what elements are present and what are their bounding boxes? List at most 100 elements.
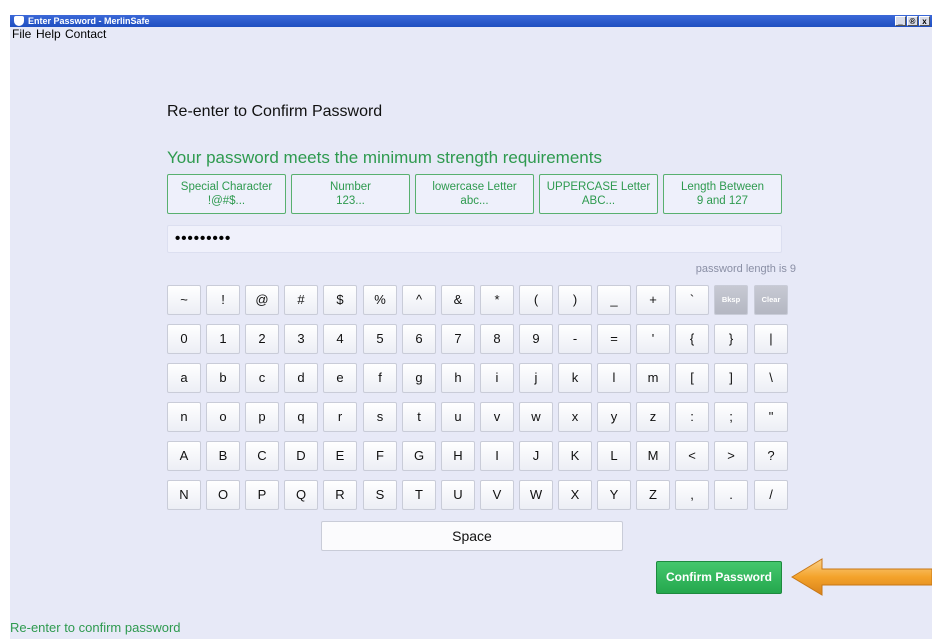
keyboard-key[interactable]: & (441, 285, 475, 315)
keyboard-key[interactable]: E (323, 441, 357, 471)
keyboard-key[interactable]: ? (754, 441, 788, 471)
keyboard-key[interactable]: q (284, 402, 318, 432)
keyboard-key[interactable]: 2 (245, 324, 279, 354)
keyboard-key[interactable]: d (284, 363, 318, 393)
keyboard-key[interactable]: r (323, 402, 357, 432)
minimize-button[interactable]: _ (895, 16, 906, 26)
keyboard-key[interactable]: y (597, 402, 631, 432)
menu-help[interactable]: Help (36, 27, 61, 41)
backspace-key[interactable]: Bksp (714, 285, 748, 315)
keyboard-key[interactable]: Z (636, 480, 670, 510)
keyboard-key[interactable]: 4 (323, 324, 357, 354)
space-key[interactable]: Space (321, 521, 623, 551)
keyboard-key[interactable]: ) (558, 285, 592, 315)
keyboard-key[interactable]: ' (636, 324, 670, 354)
keyboard-key[interactable]: n (167, 402, 201, 432)
keyboard-key[interactable]: 5 (363, 324, 397, 354)
keyboard-key[interactable]: B (206, 441, 240, 471)
keyboard-key[interactable]: K (558, 441, 592, 471)
keyboard-key[interactable]: : (675, 402, 709, 432)
keyboard-key[interactable]: Q (284, 480, 318, 510)
keyboard-key[interactable]: = (597, 324, 631, 354)
keyboard-key[interactable]: ! (206, 285, 240, 315)
password-input[interactable]: ••••••••• (167, 225, 782, 253)
keyboard-key[interactable]: $ (323, 285, 357, 315)
keyboard-key[interactable]: } (714, 324, 748, 354)
keyboard-key[interactable]: X (558, 480, 592, 510)
keyboard-key[interactable]: | (754, 324, 788, 354)
keyboard-key[interactable]: f (363, 363, 397, 393)
keyboard-key[interactable]: 9 (519, 324, 553, 354)
keyboard-key[interactable]: ( (519, 285, 553, 315)
keyboard-key[interactable]: e (323, 363, 357, 393)
keyboard-key[interactable]: p (245, 402, 279, 432)
keyboard-key[interactable]: ` (675, 285, 709, 315)
keyboard-key[interactable]: V (480, 480, 514, 510)
keyboard-key[interactable]: > (714, 441, 748, 471)
keyboard-key[interactable]: - (558, 324, 592, 354)
keyboard-key[interactable]: u (441, 402, 475, 432)
keyboard-key[interactable]: % (363, 285, 397, 315)
keyboard-key[interactable]: m (636, 363, 670, 393)
keyboard-key[interactable]: G (402, 441, 436, 471)
keyboard-key[interactable]: < (675, 441, 709, 471)
keyboard-key[interactable]: S (363, 480, 397, 510)
keyboard-key[interactable]: [ (675, 363, 709, 393)
keyboard-key[interactable]: T (402, 480, 436, 510)
keyboard-key[interactable]: 0 (167, 324, 201, 354)
close-button[interactable]: x (919, 16, 930, 26)
keyboard-key[interactable]: c (245, 363, 279, 393)
keyboard-key[interactable]: @ (245, 285, 279, 315)
keyboard-key[interactable]: h (441, 363, 475, 393)
keyboard-key[interactable]: ] (714, 363, 748, 393)
restore-button[interactable]: ® (907, 16, 918, 26)
keyboard-key[interactable]: t (402, 402, 436, 432)
keyboard-key[interactable]: w (519, 402, 553, 432)
keyboard-key[interactable]: C (245, 441, 279, 471)
menu-contact[interactable]: Contact (65, 27, 106, 41)
keyboard-key[interactable]: H (441, 441, 475, 471)
keyboard-key[interactable]: l (597, 363, 631, 393)
confirm-password-button[interactable]: Confirm Password (656, 561, 782, 594)
keyboard-key[interactable]: ~ (167, 285, 201, 315)
keyboard-key[interactable]: \ (754, 363, 788, 393)
keyboard-key[interactable]: _ (597, 285, 631, 315)
keyboard-key[interactable]: 6 (402, 324, 436, 354)
clear-key[interactable]: Clear (754, 285, 788, 315)
keyboard-key[interactable]: 3 (284, 324, 318, 354)
keyboard-key[interactable]: Y (597, 480, 631, 510)
keyboard-key[interactable]: R (323, 480, 357, 510)
keyboard-key[interactable]: o (206, 402, 240, 432)
keyboard-key[interactable]: P (245, 480, 279, 510)
keyboard-key[interactable]: , (675, 480, 709, 510)
keyboard-key[interactable]: / (754, 480, 788, 510)
keyboard-key[interactable]: v (480, 402, 514, 432)
keyboard-key[interactable]: I (480, 441, 514, 471)
title-bar[interactable]: Enter Password - MerlinSafe _ ® x (10, 15, 932, 27)
keyboard-key[interactable]: b (206, 363, 240, 393)
keyboard-key[interactable]: D (284, 441, 318, 471)
keyboard-key[interactable]: . (714, 480, 748, 510)
keyboard-key[interactable]: * (480, 285, 514, 315)
keyboard-key[interactable]: j (519, 363, 553, 393)
keyboard-key[interactable]: O (206, 480, 240, 510)
keyboard-key[interactable]: { (675, 324, 709, 354)
keyboard-key[interactable]: N (167, 480, 201, 510)
keyboard-key[interactable]: ^ (402, 285, 436, 315)
keyboard-key[interactable]: W (519, 480, 553, 510)
keyboard-key[interactable]: x (558, 402, 592, 432)
keyboard-key[interactable]: k (558, 363, 592, 393)
keyboard-key[interactable]: ; (714, 402, 748, 432)
keyboard-key[interactable]: 7 (441, 324, 475, 354)
menu-file[interactable]: File (12, 27, 31, 41)
keyboard-key[interactable]: F (363, 441, 397, 471)
keyboard-key[interactable]: " (754, 402, 788, 432)
keyboard-key[interactable]: J (519, 441, 553, 471)
keyboard-key[interactable]: z (636, 402, 670, 432)
keyboard-key[interactable]: s (363, 402, 397, 432)
keyboard-key[interactable]: # (284, 285, 318, 315)
keyboard-key[interactable]: a (167, 363, 201, 393)
keyboard-key[interactable]: M (636, 441, 670, 471)
keyboard-key[interactable]: i (480, 363, 514, 393)
keyboard-key[interactable]: A (167, 441, 201, 471)
